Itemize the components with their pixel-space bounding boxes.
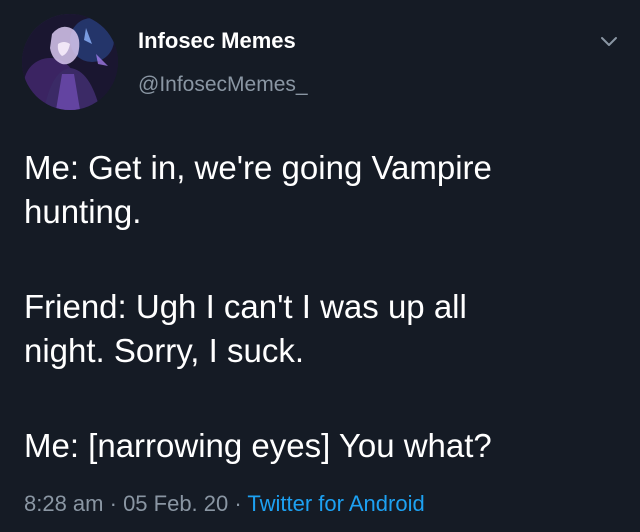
meta-separator: ·: [228, 491, 248, 516]
meta-separator: ·: [103, 491, 124, 516]
tweet-card: Infosec Memes @InfosecMemes_ Me: Get in,…: [0, 0, 640, 532]
tweet-text-line: Friend: Ugh I can't I was up all: [24, 288, 467, 325]
tweet-text-line: night. Sorry, I suck.: [24, 332, 304, 369]
avatar-image: [22, 14, 118, 110]
avatar[interactable]: [22, 14, 118, 110]
chevron-down-icon[interactable]: [598, 30, 620, 52]
user-handle[interactable]: @InfosecMemes_: [138, 73, 308, 97]
tweet-source-link[interactable]: Twitter for Android: [247, 491, 424, 516]
tweet-text-line: Me: Get in, we're going Vampire: [24, 149, 492, 186]
tweet-metadata: 8:28 am · 05 Feb. 20 · Twitter for Andro…: [24, 489, 425, 519]
display-name[interactable]: Infosec Memes: [138, 28, 296, 54]
tweet-date[interactable]: 05 Feb. 20: [123, 491, 228, 516]
tweet-time[interactable]: 8:28 am: [24, 491, 104, 516]
tweet-text-line: Me: [narrowing eyes] You what?: [24, 427, 492, 464]
tweet-text-line: hunting.: [24, 193, 142, 230]
